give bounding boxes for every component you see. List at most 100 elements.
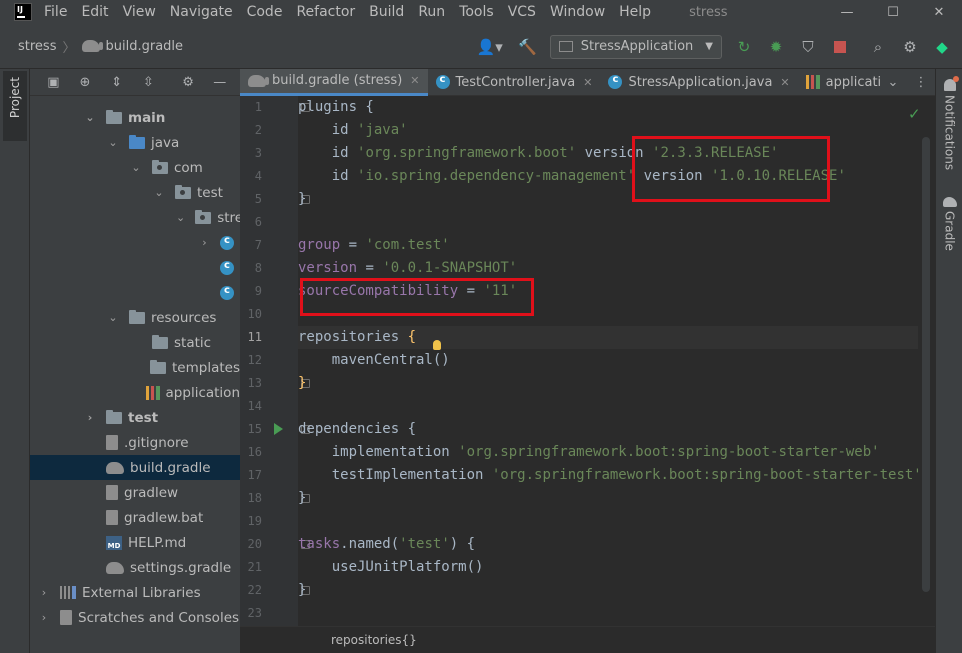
tree-item[interactable]: gradlew: [30, 480, 240, 505]
menu-tools[interactable]: Tools: [459, 4, 494, 20]
coverage-shield-icon[interactable]: ⛉: [794, 33, 822, 61]
main-toolbar: 👤▾ 🔨 StressApplication ▼ ↻ ✹ ⛉ ⌕ ⚙ ◆: [468, 24, 962, 69]
gradle-tool-tab[interactable]: Gradle: [936, 197, 962, 251]
notifications-tool-tab[interactable]: Notifications: [936, 76, 962, 170]
run-gutter-icon[interactable]: [274, 423, 283, 435]
user-account-icon[interactable]: 👤▾: [470, 33, 510, 61]
folder-icon: [106, 109, 122, 124]
tree-item[interactable]: gradlew.bat: [30, 505, 240, 530]
tree-item-label: application: [165, 384, 240, 401]
editor-breadcrumb-bar: repositories{}: [240, 626, 935, 653]
properties-file-icon: [805, 75, 820, 89]
chevron-down-icon[interactable]: ⌄: [84, 111, 96, 124]
chevron-down-icon[interactable]: ⌄: [107, 311, 119, 324]
rerun-icon[interactable]: ↻: [730, 33, 758, 61]
window-controls: — ☐ ✕: [824, 0, 962, 24]
build-hammer-icon[interactable]: 🔨: [514, 33, 542, 61]
line-number: 18: [247, 491, 262, 505]
menu-run[interactable]: Run: [418, 4, 445, 20]
menu-file[interactable]: File: [44, 4, 67, 20]
chevron-right-icon[interactable]: ›: [38, 611, 50, 624]
close-icon[interactable]: ✕: [583, 76, 592, 89]
collapse-all-icon[interactable]: ⇳: [137, 70, 160, 94]
tree-item[interactable]: ⌄ main: [30, 105, 240, 130]
tree-item[interactable]: application: [30, 380, 240, 405]
menu-vcs[interactable]: VCS: [508, 4, 536, 20]
code-line-13: }: [298, 375, 307, 391]
minimize-button[interactable]: —: [824, 0, 870, 24]
chevron-down-icon[interactable]: ⌄: [153, 186, 165, 199]
tree-item[interactable]: static: [30, 330, 240, 355]
settings-gear-icon[interactable]: ⚙: [896, 33, 924, 61]
breadcrumb-project[interactable]: stress: [18, 39, 56, 54]
tree-item[interactable]: › External Libraries: [30, 580, 240, 605]
menu-navigate[interactable]: Navigate: [170, 4, 233, 20]
menu-help[interactable]: Help: [619, 4, 651, 20]
intention-bulb-icon[interactable]: [433, 340, 441, 350]
tree-item[interactable]: templates: [30, 355, 240, 380]
tree-item[interactable]: › Scratches and Consoles: [30, 605, 240, 630]
more-options-icon[interactable]: ⋮: [907, 75, 935, 90]
line-number: 1: [254, 100, 262, 114]
tree-item[interactable]: › test: [30, 405, 240, 430]
tree-item[interactable]: settings.gradle: [30, 555, 240, 580]
expand-all-icon[interactable]: ⇕: [105, 70, 128, 94]
tree-item[interactable]: ⌄ test: [30, 180, 240, 205]
tree-item[interactable]: MD HELP.md: [30, 530, 240, 555]
hide-panel-icon[interactable]: —: [208, 70, 231, 94]
intellij-logo-icon[interactable]: [14, 3, 32, 21]
close-window-button[interactable]: ✕: [916, 0, 962, 24]
tree-item[interactable]: .gitignore: [30, 430, 240, 455]
toolbox-logo-icon[interactable]: ◆: [928, 33, 956, 61]
menu-edit[interactable]: Edit: [81, 4, 108, 20]
menu-window[interactable]: Window: [550, 4, 605, 20]
chevron-right-icon[interactable]: ›: [199, 236, 210, 249]
tree-item[interactable]: build.gradle: [30, 455, 240, 480]
debug-bug-icon[interactable]: ✹: [762, 33, 790, 61]
markdown-file-icon: MD: [106, 535, 122, 550]
chevron-down-icon[interactable]: ⌄: [130, 161, 142, 174]
no-problems-check-icon[interactable]: ✓: [908, 105, 921, 123]
vertical-scrollbar[interactable]: [922, 137, 930, 592]
tree-item-label: templates: [172, 359, 240, 376]
tree-item[interactable]: ⌄ java: [30, 130, 240, 155]
chevron-down-icon[interactable]: ⌄: [107, 136, 119, 149]
menu-build[interactable]: Build: [369, 4, 404, 20]
stop-icon[interactable]: [826, 33, 854, 61]
locate-target-icon[interactable]: ⊕: [74, 70, 97, 94]
tab-test-controller[interactable]: TestController.java ✕: [428, 69, 601, 96]
structure-breadcrumb[interactable]: repositories{}: [331, 633, 417, 647]
tree-item-label: .gitignore: [124, 434, 189, 451]
chevron-right-icon[interactable]: ›: [84, 411, 96, 424]
project-tool-tab[interactable]: Project: [3, 71, 27, 141]
tree-item[interactable]: ⌄ resources: [30, 305, 240, 330]
menu-code[interactable]: Code: [247, 4, 283, 20]
search-icon[interactable]: ⌕: [864, 33, 892, 61]
chevron-down-icon[interactable]: ⌄: [879, 75, 907, 90]
editor-tab-bar: build.gradle (stress) ✕ TestController.j…: [240, 68, 935, 96]
navigation-bar: stress 〉 build.gradle 👤▾ 🔨 StressApplica…: [0, 24, 962, 69]
tree-item[interactable]: ⌄ com: [30, 155, 240, 180]
tab-application-properties[interactable]: applicati: [798, 69, 890, 96]
run-configuration-selector[interactable]: StressApplication ▼: [549, 34, 722, 59]
chevron-down-icon[interactable]: ⌄: [176, 211, 185, 224]
tab-stress-application[interactable]: StressApplication.java ✕: [600, 69, 797, 96]
tree-item-label: External Libraries: [82, 584, 201, 601]
options-gear-icon[interactable]: ⚙: [177, 70, 200, 94]
tab-build-gradle[interactable]: build.gradle (stress) ✕: [240, 68, 428, 96]
close-icon[interactable]: ✕: [780, 76, 789, 89]
chevron-right-icon[interactable]: ›: [38, 586, 50, 599]
close-icon[interactable]: ✕: [410, 74, 419, 87]
maximize-button[interactable]: ☐: [870, 0, 916, 24]
bell-icon: [943, 76, 959, 91]
select-opened-file-icon[interactable]: ▣: [42, 70, 65, 94]
tree-item[interactable]: [30, 255, 240, 280]
line-number: 5: [254, 192, 262, 206]
folder-icon: [106, 409, 122, 424]
breadcrumb-file[interactable]: build.gradle: [106, 39, 184, 54]
tree-item[interactable]: [30, 280, 240, 305]
tree-item[interactable]: ›: [30, 230, 240, 255]
menu-refactor[interactable]: Refactor: [296, 4, 355, 20]
tree-item[interactable]: ⌄ stress: [30, 205, 240, 230]
menu-view[interactable]: View: [123, 4, 156, 20]
